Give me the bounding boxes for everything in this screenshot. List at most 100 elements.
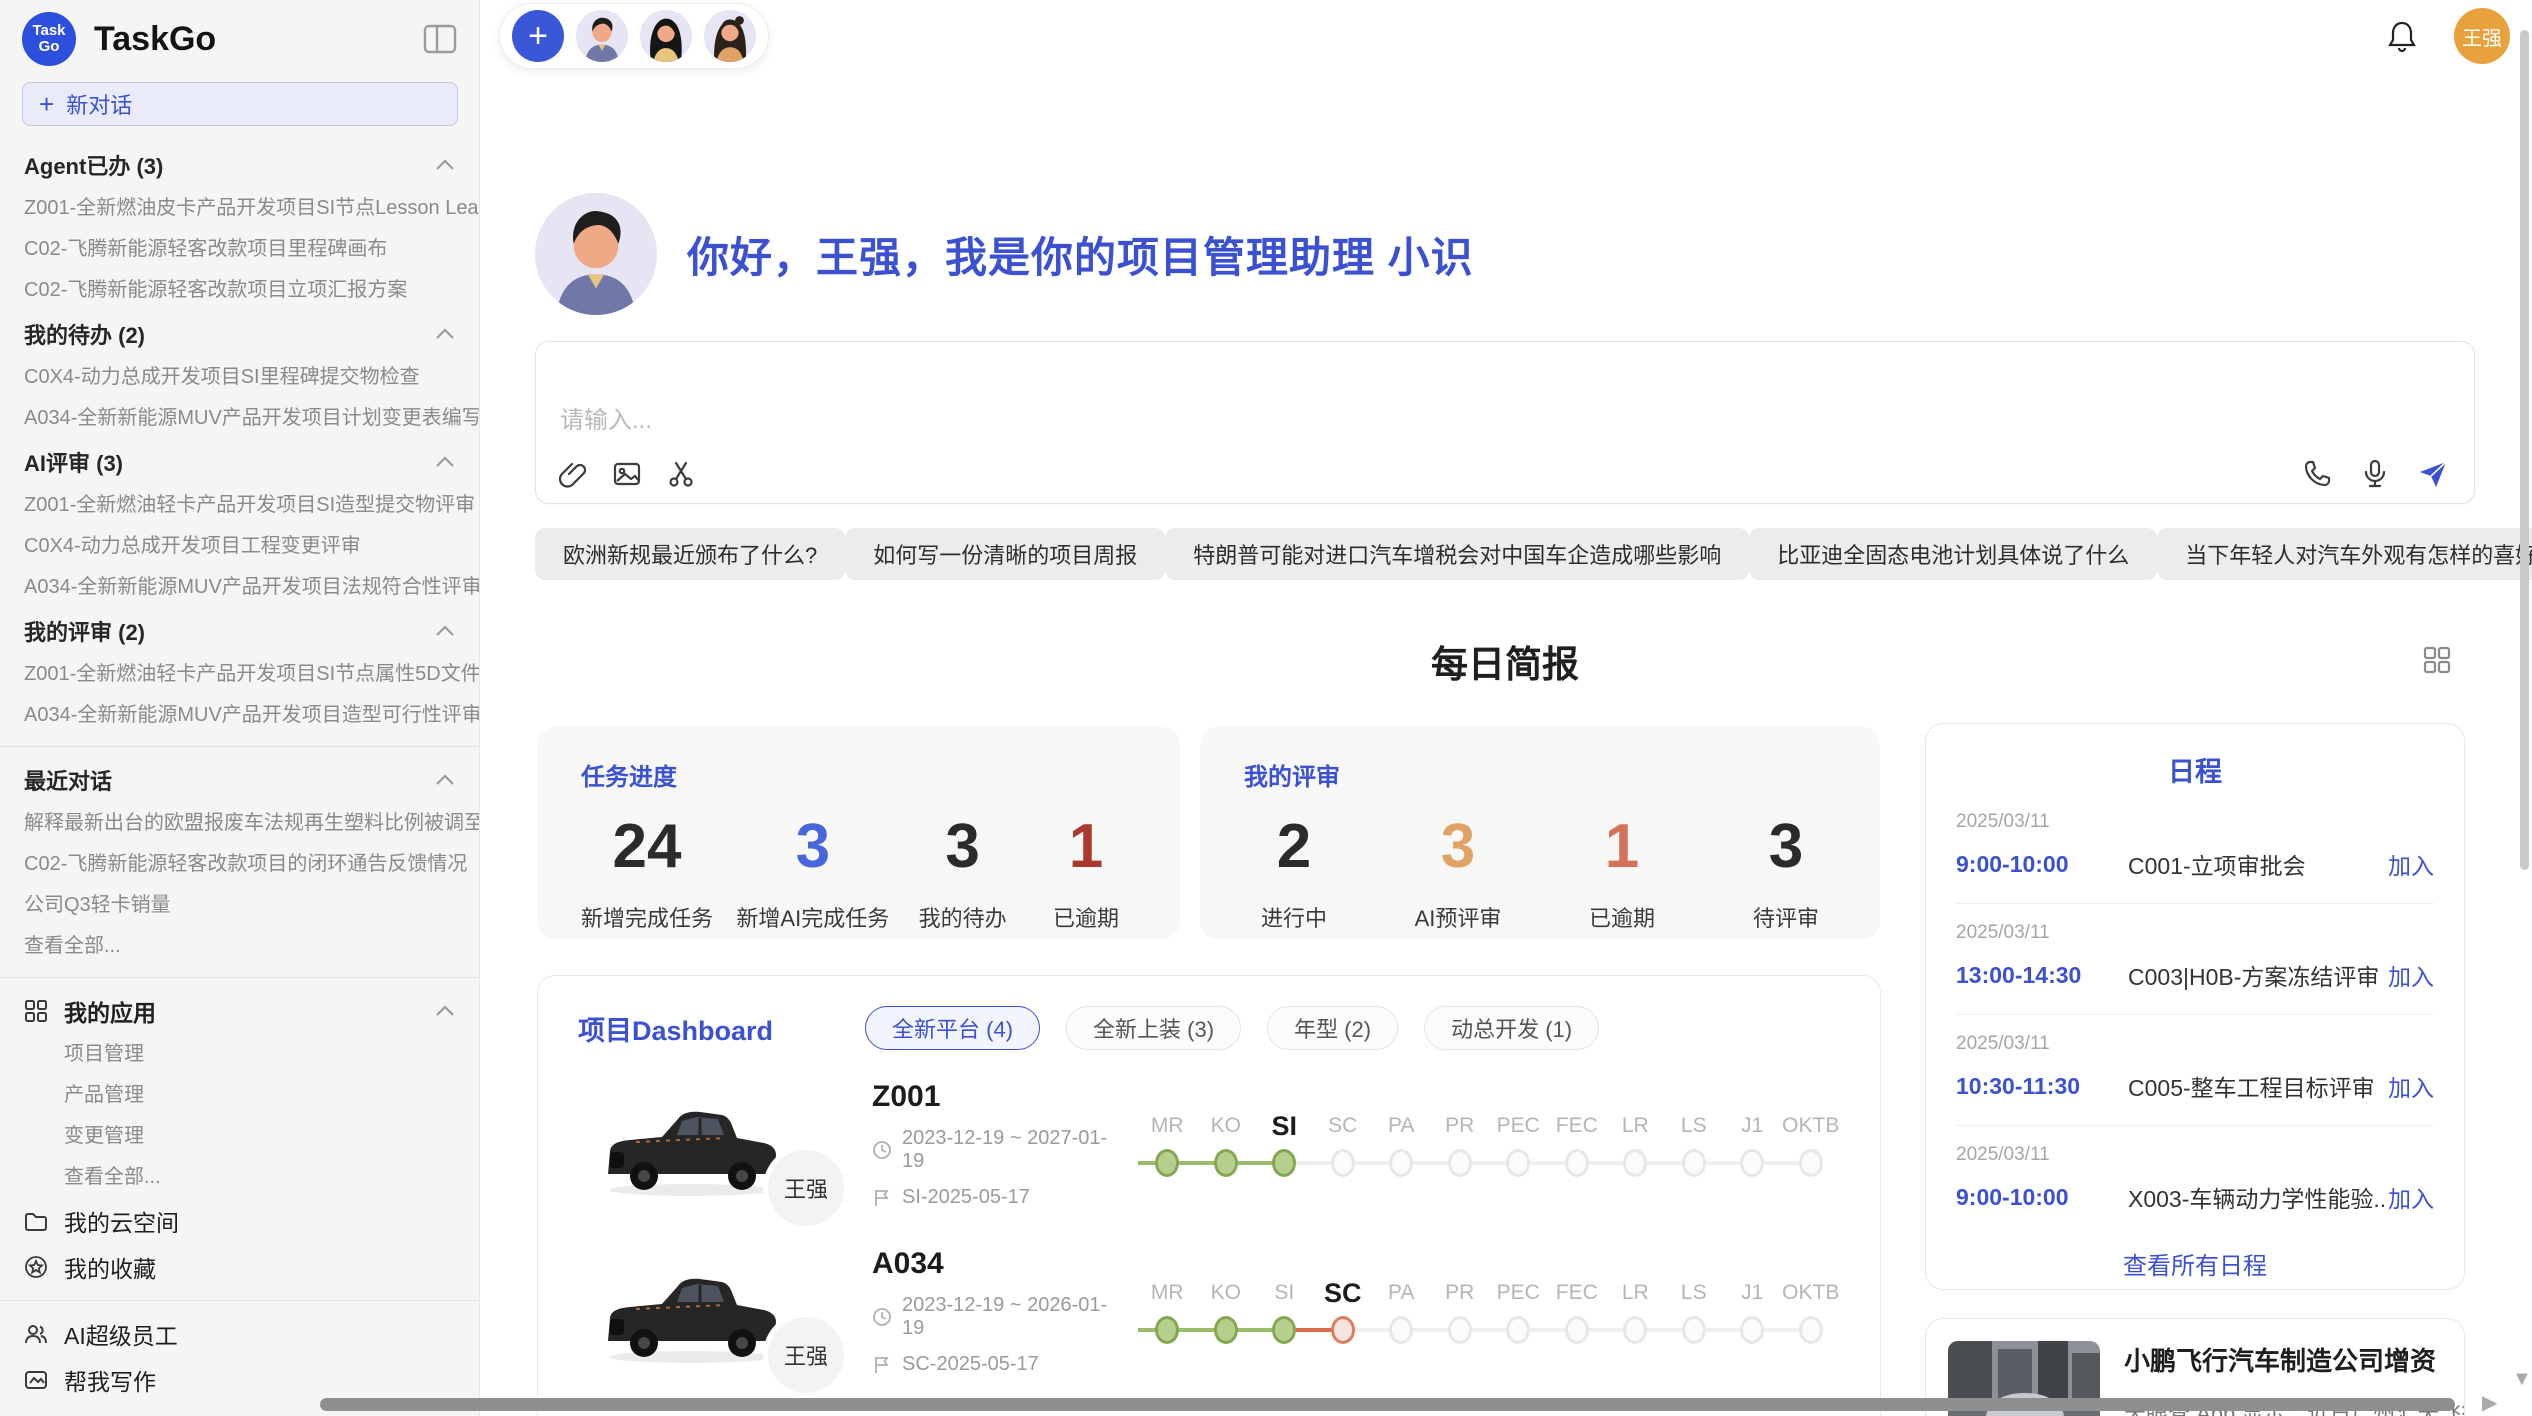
sidebar-item[interactable]: A034-全新新能源MUV产品开发项目造型可行性评审 <box>0 695 479 736</box>
chevron-up-icon[interactable] <box>435 624 455 638</box>
my-apps-header[interactable]: 我的应用 <box>0 988 479 1034</box>
sidebar-item-help-me-write[interactable]: 帮我写作 <box>0 1357 479 1403</box>
milestone-label: LR <box>1606 1275 1665 1311</box>
member-avatar-2[interactable] <box>640 10 692 62</box>
project-owner-badge: 王强 <box>768 1150 844 1226</box>
app-item[interactable]: 查看全部... <box>0 1157 479 1198</box>
milestone-label: SI <box>1255 1108 1314 1144</box>
milestone: MR <box>1138 1108 1197 1182</box>
milestone-timeline: MRKOSISCPAPRPECFECLRLSJ1OKTB <box>1138 1275 1840 1349</box>
chevron-up-icon[interactable] <box>435 327 455 341</box>
app-item[interactable]: 产品管理 <box>0 1075 479 1116</box>
phone-call-icon[interactable] <box>2302 459 2332 489</box>
sidebar-group-header[interactable]: AI评审 (3) <box>0 439 479 485</box>
sidebar-item[interactable]: C02-飞腾新能源轻客改款项目里程碑画布 <box>0 229 479 270</box>
user-avatar[interactable]: 王强 <box>2454 8 2510 64</box>
join-button[interactable]: 加入 <box>2388 847 2434 881</box>
stat-value: 2 <box>1244 814 1344 879</box>
sidebar-item-ai-super-staff[interactable]: AI超级员工 <box>0 1311 479 1357</box>
stat-label: 进行中 <box>1244 901 1344 933</box>
milestone-dot <box>1623 1149 1647 1177</box>
sidebar-item-favorites[interactable]: 我的收藏 <box>0 1244 479 1290</box>
chevron-up-icon[interactable] <box>435 455 455 469</box>
notification-bell-icon[interactable] <box>2386 19 2418 53</box>
milestone-label: PEC <box>1489 1108 1548 1144</box>
send-icon[interactable] <box>2418 459 2448 489</box>
milestone-dot-row <box>1197 1311 1256 1349</box>
milestone-label: KO <box>1197 1275 1256 1311</box>
sidebar-item[interactable]: A034-全新新能源MUV产品开发项目法规符合性评审 <box>0 567 479 608</box>
suggestion-chip[interactable]: 比亚迪全固态电池计划具体说了什么 <box>1749 528 2157 580</box>
milestone-dot <box>1331 1316 1355 1344</box>
dashboard-title: 项目Dashboard <box>578 1009 773 1048</box>
milestone: SC <box>1314 1108 1373 1182</box>
milestone-label: SC <box>1314 1108 1373 1144</box>
recent-chat-item[interactable]: 公司Q3轻卡销量 <box>0 885 479 926</box>
scissors-icon[interactable] <box>666 459 696 489</box>
milestone-dot <box>1565 1316 1589 1344</box>
vertical-scrollbar[interactable] <box>2520 30 2529 870</box>
sidebar-item[interactable]: C0X4-动力总成开发项目SI里程碑提交物检查 <box>0 357 479 398</box>
milestone-label: MR <box>1138 1275 1197 1311</box>
chevron-up-icon[interactable] <box>435 1004 455 1018</box>
schedule-item: 2025/03/119:00-10:00X003-车辆动力学性能验...加入 <box>1956 1126 2434 1236</box>
sidebar-item[interactable]: C02-飞腾新能源轻客改款项目立项汇报方案 <box>0 270 479 311</box>
attachment-icon[interactable] <box>558 459 588 489</box>
microphone-icon[interactable] <box>2360 459 2390 489</box>
join-button[interactable]: 加入 <box>2388 1069 2434 1103</box>
briefing-card: 我的评审2进行中3AI预评审1已逾期3待评审 <box>1200 727 1880 939</box>
scroll-right-arrow-icon[interactable]: ▶ <box>2482 1390 2497 1415</box>
add-session-button[interactable]: + <box>512 10 564 62</box>
stat-label: 待评审 <box>1736 901 1836 933</box>
app-item[interactable]: 项目管理 <box>0 1034 479 1075</box>
dashboard-tab[interactable]: 全新上装 (3) <box>1066 1006 1241 1050</box>
recent-chat-item[interactable]: 解释最新出台的欧盟报废车法规再生塑料比例被调至15%... <box>0 803 479 844</box>
project-row[interactable]: 王强 Z001 2023-12-19 ~ 2027-01-19 S <box>538 1050 1880 1217</box>
dashboard-tab[interactable]: 全新平台 (4) <box>865 1006 1040 1050</box>
milestone-dot-row <box>1665 1311 1724 1349</box>
sidebar-item[interactable]: Z001-全新燃油轻卡产品开发项目SI造型提交物评审 <box>0 485 479 526</box>
recent-chats-header[interactable]: 最近对话 <box>0 757 479 803</box>
sidebar-item[interactable]: Z001-全新燃油轻卡产品开发项目SI节点属性5D文件评审 <box>0 654 479 695</box>
chat-input[interactable] <box>560 400 2060 444</box>
briefing-layout-icon[interactable] <box>2422 645 2452 675</box>
sidebar-item[interactable]: Z001-全新燃油皮卡产品开发项目SI节点Lesson Learn报告 <box>0 188 479 229</box>
horizontal-scrollbar[interactable] <box>320 1398 2455 1411</box>
suggestion-chip[interactable]: 如何写一份清晰的项目周报 <box>845 528 1165 580</box>
dashboard-tab[interactable]: 动总开发 (1) <box>1424 1006 1599 1050</box>
sidebar-item[interactable]: A034-全新新能源MUV产品开发项目计划变更表编写 <box>0 398 479 439</box>
recent-chat-item[interactable]: C02-飞腾新能源轻客改款项目的闭环通告反馈情况 <box>0 844 479 885</box>
collapse-sidebar-icon[interactable] <box>423 24 457 54</box>
project-vehicle-image: 王强 <box>596 1257 786 1367</box>
new-chat-button[interactable]: + 新对话 <box>22 82 458 126</box>
milestone: OKTB <box>1782 1108 1841 1182</box>
top-right-controls: 王强 <box>2386 8 2510 64</box>
project-row[interactable]: 王强 A034 2023-12-19 ~ 2026-01-19 S <box>538 1217 1880 1384</box>
member-avatar-1[interactable] <box>576 10 628 62</box>
milestone-label: SC <box>1314 1275 1373 1311</box>
dashboard-tab[interactable]: 年型 (2) <box>1267 1006 1398 1050</box>
member-avatar-3[interactable] <box>704 10 756 62</box>
app-item[interactable]: 变更管理 <box>0 1116 479 1157</box>
chevron-up-icon[interactable] <box>435 158 455 172</box>
image-upload-icon[interactable] <box>612 459 642 489</box>
milestone-dot <box>1799 1316 1823 1344</box>
sidebar-item[interactable]: C0X4-动力总成开发项目工程变更评审 <box>0 526 479 567</box>
view-all-schedule-link[interactable]: 查看所有日程 <box>1926 1246 2464 1281</box>
sidebar-group-header[interactable]: 我的评审 (2) <box>0 608 479 654</box>
suggestion-chip[interactable]: 当下年轻人对汽车外观有怎样的喜好趋势 <box>2157 528 2532 580</box>
sidebar-item-cloud-space[interactable]: 我的云空间 <box>0 1198 479 1244</box>
stat-value: 24 <box>581 814 713 879</box>
chevron-up-icon[interactable] <box>435 773 455 787</box>
sidebar-group-header[interactable]: Agent已办 (3) <box>0 142 479 188</box>
suggestion-chips: 欧洲新规最近颁布了什么?如何写一份清晰的项目周报特朗普可能对进口汽车增税会对中国… <box>535 528 2475 580</box>
scroll-down-arrow-icon[interactable]: ▼ <box>2512 1368 2532 1391</box>
sidebar-group-header[interactable]: 我的待办 (2) <box>0 311 479 357</box>
suggestion-chip[interactable]: 欧洲新规最近颁布了什么? <box>535 528 845 580</box>
join-button[interactable]: 加入 <box>2388 1180 2434 1214</box>
sidebar-group-title: AI评审 (3) <box>24 446 123 478</box>
join-button[interactable]: 加入 <box>2388 958 2434 992</box>
suggestion-chip[interactable]: 特朗普可能对进口汽车增税会对中国车企造成哪些影响 <box>1165 528 1749 580</box>
recent-chat-item[interactable]: 查看全部... <box>0 926 479 967</box>
milestone: FEC <box>1548 1275 1607 1349</box>
